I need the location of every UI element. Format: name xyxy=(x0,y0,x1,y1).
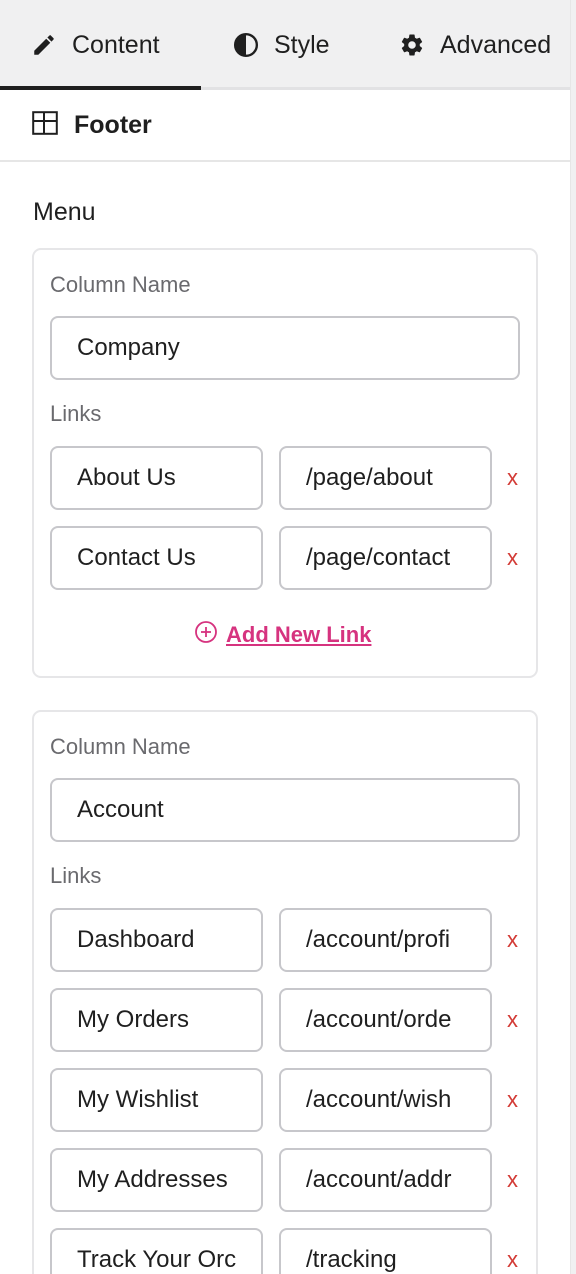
column-name-label: Column Name xyxy=(50,734,191,759)
tab-style[interactable]: Style xyxy=(232,0,330,90)
pencil-icon xyxy=(30,31,58,59)
column-name-input[interactable]: Company xyxy=(50,316,520,380)
tab-advanced-label: Advanced xyxy=(440,30,552,59)
panel-tabs: Content Style Advanced xyxy=(0,0,570,90)
link-label-input[interactable]: My Addresses xyxy=(50,1148,263,1212)
remove-link-button[interactable]: x xyxy=(507,1167,518,1193)
section-header-footer[interactable]: Footer xyxy=(0,90,570,162)
menu-column-card: Column Name Account Links Dashboard /acc… xyxy=(32,710,538,1274)
editor-panel: Content Style Advanced Footer Menu Colum… xyxy=(0,0,570,1274)
link-url-input[interactable]: /account/wish xyxy=(279,1068,492,1132)
add-new-link-button[interactable]: Add New Link xyxy=(194,620,371,650)
tab-style-label: Style xyxy=(274,30,330,59)
links-label: Links xyxy=(50,863,102,888)
column-name-label: Column Name xyxy=(50,272,191,297)
remove-link-button[interactable]: x xyxy=(507,1087,518,1113)
tab-content[interactable]: Content xyxy=(30,0,160,90)
link-url-input[interactable]: /page/about xyxy=(279,446,492,510)
link-label-input[interactable]: About Us xyxy=(50,446,263,510)
link-label-input[interactable]: Track Your Orc xyxy=(50,1228,263,1274)
plus-circle-icon xyxy=(194,620,218,650)
remove-link-button[interactable]: x xyxy=(507,927,518,953)
scrollbar[interactable] xyxy=(570,0,576,1274)
link-url-input[interactable]: /page/contact xyxy=(279,526,492,590)
links-label: Links xyxy=(50,401,102,426)
link-url-input[interactable]: /account/addr xyxy=(279,1148,492,1212)
tab-content-label: Content xyxy=(72,30,160,59)
gear-icon xyxy=(398,31,426,59)
add-new-link-label: Add New Link xyxy=(226,622,372,647)
remove-link-button[interactable]: x xyxy=(507,1007,518,1033)
menu-column-card: Column Name Company Links About Us /page… xyxy=(32,248,538,678)
contrast-icon xyxy=(232,31,260,59)
remove-link-button[interactable]: x xyxy=(507,465,518,491)
link-label-input[interactable]: Dashboard xyxy=(50,908,263,972)
link-url-input[interactable]: /tracking xyxy=(279,1228,492,1274)
link-label-input[interactable]: My Wishlist xyxy=(50,1068,263,1132)
link-label-input[interactable]: Contact Us xyxy=(50,526,263,590)
section-title: Footer xyxy=(74,110,152,139)
menu-heading: Menu xyxy=(33,198,96,226)
layout-icon xyxy=(32,110,58,140)
remove-link-button[interactable]: x xyxy=(507,545,518,571)
link-label-input[interactable]: My Orders xyxy=(50,988,263,1052)
link-url-input[interactable]: /account/profi xyxy=(279,908,492,972)
link-url-input[interactable]: /account/orde xyxy=(279,988,492,1052)
remove-link-button[interactable]: x xyxy=(507,1247,518,1273)
column-name-input[interactable]: Account xyxy=(50,778,520,842)
tab-advanced[interactable]: Advanced xyxy=(398,0,551,90)
